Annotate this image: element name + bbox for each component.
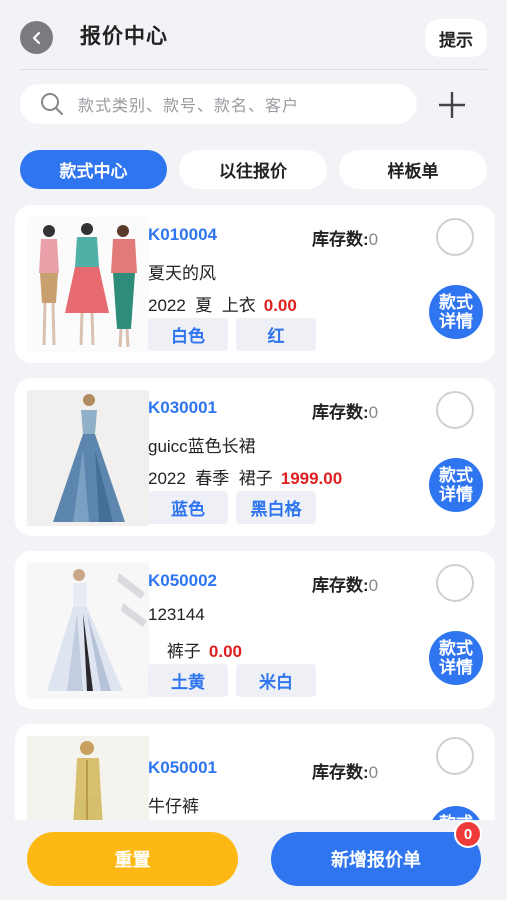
color-chip[interactable]: 米白 <box>236 664 316 697</box>
select-radio[interactable] <box>436 218 474 256</box>
product-card[interactable]: K030001 库存数:0 guicc蓝色长裙 2022 春季 裙子 1999.0… <box>15 378 495 536</box>
plus-icon[interactable] <box>435 88 469 122</box>
tab-sample-sheet[interactable]: 样板单 <box>339 150 487 189</box>
product-image <box>27 217 149 353</box>
style-detail-button[interactable]: 款式详情 <box>429 458 483 512</box>
product-code: K030001 <box>148 398 218 417</box>
tab-style-center[interactable]: 款式中心 <box>20 150 167 189</box>
chevron-left-icon <box>32 31 40 44</box>
product-card[interactable]: K050002 库存数:0 123144 裤子 0.00 土黄 米白 款式详情 <box>15 551 495 709</box>
reset-button[interactable]: 重置 <box>27 832 238 886</box>
product-image <box>27 563 149 699</box>
footer-bar: 重置 新增报价单 0 <box>0 820 507 900</box>
cart-count-badge: 0 <box>454 820 482 848</box>
product-price: 0.00 <box>208 642 242 661</box>
tab-past-quotes[interactable]: 以往报价 <box>179 150 327 189</box>
product-price: 0.00 <box>263 296 297 315</box>
new-quote-button[interactable]: 新增报价单 <box>271 832 481 886</box>
product-meta: 2022 夏 上衣 0.00 <box>148 296 297 315</box>
header-bar: 报价中心 提示 <box>0 0 507 70</box>
color-chip[interactable]: 白色 <box>148 318 228 351</box>
product-name: 夏天的风 <box>148 264 216 283</box>
stock-count: 库存数:0 <box>312 403 379 422</box>
search-input[interactable]: 款式类别、款号、款名、客户 <box>20 84 417 124</box>
product-name: 123144 <box>148 605 205 624</box>
page-title: 报价中心 <box>80 25 168 48</box>
style-detail-button[interactable]: 款式详情 <box>429 631 483 685</box>
product-card[interactable]: K010004 库存数:0 夏天的风 2022 夏 上衣 0.00 白色 红 款式… <box>15 205 495 363</box>
search-icon <box>41 93 63 115</box>
product-price: 1999.00 <box>280 469 343 488</box>
tip-button[interactable]: 提示 <box>425 19 487 57</box>
product-name: 牛仔裤 <box>148 797 199 816</box>
back-button[interactable] <box>20 21 53 54</box>
product-code: K050002 <box>148 571 218 590</box>
select-radio[interactable] <box>436 737 474 775</box>
color-chip[interactable]: 土黄 <box>148 664 228 697</box>
product-name: guicc蓝色长裙 <box>148 437 256 456</box>
product-meta: 裤子 0.00 <box>166 642 242 661</box>
color-chip[interactable]: 黑白格 <box>236 491 316 524</box>
color-chip[interactable]: 蓝色 <box>148 491 228 524</box>
product-meta: 2022 春季 裙子 1999.00 <box>148 469 343 488</box>
stock-count: 库存数:0 <box>312 576 379 595</box>
select-radio[interactable] <box>436 391 474 429</box>
style-detail-button[interactable]: 款式详情 <box>429 285 483 339</box>
product-code: K010004 <box>148 225 218 244</box>
product-code: K050001 <box>148 758 218 777</box>
search-placeholder: 款式类别、款号、款名、客户 <box>78 98 300 115</box>
color-chip[interactable]: 红 <box>236 318 316 351</box>
stock-count: 库存数:0 <box>312 230 379 249</box>
tab-bar: 款式中心 以往报价 样板单 <box>20 150 487 190</box>
header-divider <box>20 69 487 70</box>
product-image <box>27 390 149 526</box>
stock-count: 库存数:0 <box>312 763 379 782</box>
select-radio[interactable] <box>436 564 474 602</box>
